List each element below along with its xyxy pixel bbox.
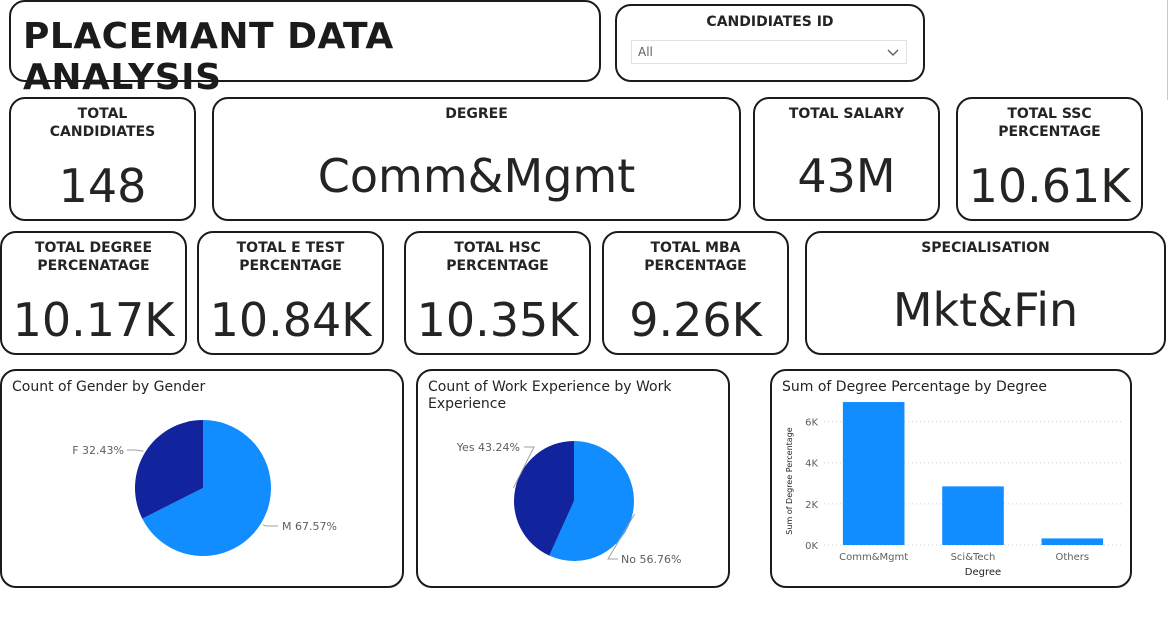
pie-data-label: No 56.76% (621, 553, 681, 566)
kpi-total-salary: TOTAL SALARY 43M (753, 97, 940, 221)
y-tick-label: 2K (805, 500, 818, 511)
kpi-total-candidates: TOTAL CANDIDIATES 148 (9, 97, 196, 221)
pie-data-label: F 32.43% (72, 444, 124, 457)
kpi-specialisation: SPECIALISATION Mkt&Fin (805, 231, 1166, 355)
kpi-label: DEGREE (445, 106, 508, 122)
kpi-label: TOTAL SSC PERCENTAGE (998, 106, 1101, 140)
kpi-label: TOTAL HSC PERCENTAGE (446, 240, 549, 274)
degree-bar-chart[interactable]: 0K2K4K6KComm&Mgmt Sci&Tech OthersDegreeSum… (772, 371, 1130, 586)
kpi-value: 9.26K (629, 293, 762, 347)
title-card: PLACEMANT DATA ANALYSIS (9, 0, 601, 98)
pie-data-label: Yes 43.24% (456, 441, 520, 454)
kpi-label: TOTAL SALARY (788, 106, 905, 122)
x-axis-label: Degree (965, 567, 1001, 578)
kpi-total-ssc-percentage: TOTAL SSC PERCENTAGE 10.61K (956, 97, 1143, 221)
kpi-value: 43M (797, 149, 896, 203)
kpi-value: 10.84K (209, 293, 372, 347)
bar-sci-tech[interactable] (942, 486, 1004, 545)
kpi-total-mba-percentage: TOTAL MBA PERCENTAGE 9.26K (602, 231, 789, 355)
slicer-selected-value: All (638, 45, 653, 59)
pie-leader-line (127, 449, 144, 452)
x-tick-label: Others (1056, 552, 1090, 563)
page-title: PLACEMANT DATA ANALYSIS (23, 16, 394, 98)
candidates-id-dropdown[interactable]: All (631, 40, 907, 64)
chevron-down-icon (886, 44, 900, 63)
pie-data-label: M 67.57% (282, 520, 337, 533)
kpi-value: Mkt&Fin (892, 283, 1079, 337)
gender-pie-chart[interactable]: M 67.57% F 32.43% (2, 371, 402, 586)
pie-leader-line (262, 524, 278, 527)
y-tick-label: 0K (805, 541, 818, 552)
work-experience-pie-chart[interactable]: No 56.76% Yes 43.24% (418, 371, 728, 586)
kpi-label: TOTAL MBA PERCENTAGE (644, 240, 747, 274)
kpi-value: 10.35K (416, 293, 579, 347)
slicer-label: CANDIDIATES ID (706, 14, 834, 30)
x-tick-label: Comm&Mgmt (839, 552, 908, 563)
gender-pie-chart-card: Count of Gender by Gender M 67.57% F 32.4… (0, 369, 404, 588)
degree-bar-chart-card: Sum of Degree Percentage by Degree 0K 2K 4… (770, 369, 1132, 588)
y-tick-label: 6K (805, 418, 818, 429)
bar-others[interactable] (1041, 538, 1104, 545)
kpi-total-degree-percentage: TOTAL DEGREE PERCENATAGE 10.17K (0, 231, 187, 355)
kpi-value: 148 (58, 159, 147, 213)
x-tick-label: Sci&Tech (951, 552, 996, 563)
kpi-label: TOTAL CANDIDIATES (49, 106, 156, 140)
kpi-degree: DEGREE Comm&Mgmt (212, 97, 741, 221)
y-tick-label: 4K (805, 459, 818, 470)
candidates-id-slicer: CANDIDIATES ID All (615, 4, 925, 82)
kpi-label: TOTAL DEGREE PERCENATAGE (34, 240, 153, 274)
kpi-label: TOTAL E TEST PERCENTAGE (236, 240, 345, 274)
kpi-total-hsc-percentage: TOTAL HSC PERCENTAGE 10.35K (404, 231, 591, 355)
kpi-label: SPECIALISATION (921, 240, 1050, 256)
work-experience-pie-chart-card: Count of Work Experience by Work Experie… (416, 369, 730, 588)
kpi-value: 10.17K (12, 293, 175, 347)
kpi-total-etest-percentage: TOTAL E TEST PERCENTAGE 10.84K (197, 231, 384, 355)
bar-comm-mgmt[interactable] (842, 402, 905, 545)
kpi-value: Comm&Mgmt (317, 149, 636, 203)
kpi-value: 10.61K (968, 159, 1131, 213)
y-axis-label: Sum of Degree Percentage (785, 427, 794, 534)
